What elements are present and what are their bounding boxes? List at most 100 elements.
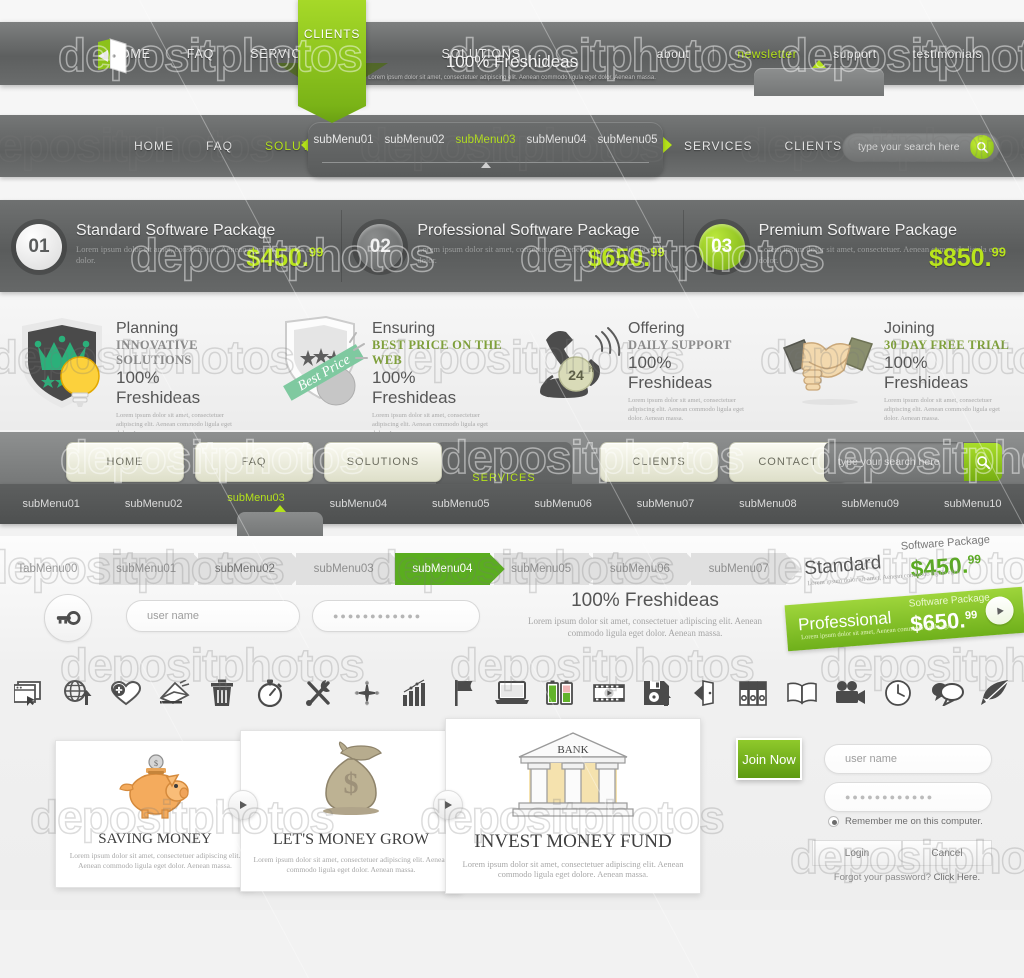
forgot-password-row: Forgot your password? Click Here. bbox=[812, 872, 1002, 883]
nav2-submenu-02[interactable]: subMenu02 bbox=[384, 134, 444, 146]
tab-submenu05[interactable]: subMenu05 bbox=[493, 553, 589, 585]
nav3-submenu-active-pod bbox=[237, 505, 323, 536]
binders-icon[interactable] bbox=[732, 673, 774, 713]
money-bag-icon: $ bbox=[241, 741, 461, 819]
login-username-input[interactable]: user name bbox=[824, 744, 992, 774]
nav2-item-faq[interactable]: FAQ bbox=[190, 139, 249, 153]
remember-me-label: Remember me on this computer. bbox=[845, 816, 983, 827]
tab-submenu02[interactable]: subMenu02 bbox=[197, 553, 293, 585]
floppy-save-icon[interactable] bbox=[636, 673, 678, 713]
heart-plus-icon[interactable] bbox=[105, 673, 147, 713]
feature-lorem: Lorem ipsum dolor sit amet, consectetuer… bbox=[628, 397, 744, 422]
tab-submenu06[interactable]: subMenu06 bbox=[592, 553, 688, 585]
nav3-search-input[interactable]: type your search here bbox=[838, 456, 964, 468]
nav1-clients-ribbon[interactable]: CLIENTS bbox=[298, 0, 366, 123]
feature-subtitle: INNOVATIVE SOLUTIONS bbox=[116, 338, 198, 367]
nav3-submenu-10[interactable]: subMenu10 bbox=[944, 498, 1002, 510]
stopwatch-icon[interactable] bbox=[249, 673, 291, 713]
tab-submenu01[interactable]: subMenu01 bbox=[98, 553, 194, 585]
trash-bin-icon[interactable] bbox=[201, 673, 243, 713]
nav3-submenu-01[interactable]: subMenu01 bbox=[22, 498, 80, 510]
tab-tabmenu00[interactable]: TabMenu00 bbox=[0, 553, 95, 585]
bar-chart-icon[interactable] bbox=[394, 673, 436, 713]
nav2-item-services[interactable]: SERVICES bbox=[668, 139, 768, 153]
speech-bubbles-icon[interactable] bbox=[926, 673, 968, 713]
exit-door-icon[interactable] bbox=[684, 673, 726, 713]
clients-ribbon-label: CLIENTS bbox=[303, 27, 361, 41]
cancel-button[interactable]: Cancel bbox=[902, 840, 992, 866]
pricing-package-3[interactable]: 03 Premium Software Package Lorem ipsum … bbox=[682, 200, 1024, 292]
pricing-package-1[interactable]: 01 Standard Software Package Lorem ipsum… bbox=[0, 200, 341, 292]
flag-icon[interactable] bbox=[443, 673, 485, 713]
feather-quill-icon[interactable] bbox=[974, 673, 1016, 713]
laptop-icon[interactable] bbox=[491, 673, 533, 713]
feature-planning: Planning INNOVATIVE SOLUTIONS 100% Fresh… bbox=[0, 300, 256, 437]
nav3-button-solutions[interactable]: SOLUTIONS bbox=[324, 442, 442, 482]
card-play-button-2[interactable] bbox=[433, 790, 463, 820]
nav3-button-faq[interactable]: FAQ bbox=[195, 442, 313, 482]
nav3-button-clients[interactable]: CLIENTS bbox=[600, 442, 718, 482]
svg-text:24: 24 bbox=[568, 367, 584, 383]
tabform-username-input[interactable]: user name bbox=[126, 600, 300, 632]
nav1-item-testimonials[interactable]: testimonials bbox=[895, 47, 1000, 61]
icon-set-row bbox=[0, 664, 1024, 722]
nav2-submenu-04[interactable]: subMenu04 bbox=[526, 134, 586, 146]
card-lets-money-grow[interactable]: $ LET'S MONEY GROW Lorem ipsum dolor sit… bbox=[240, 730, 462, 892]
card-play-button-1[interactable] bbox=[228, 790, 258, 820]
forgot-password-link[interactable]: Click Here. bbox=[934, 872, 980, 883]
nav3-submenu-05[interactable]: subMenu05 bbox=[432, 498, 490, 510]
nav3-submenu-04[interactable]: subMenu04 bbox=[330, 498, 388, 510]
magnifier-icon[interactable] bbox=[970, 135, 994, 159]
nav1-item-support[interactable]: support bbox=[815, 47, 895, 61]
nav3-search-box[interactable]: type your search here bbox=[824, 442, 1002, 482]
nav2-search-box[interactable]: type your search here bbox=[842, 132, 1000, 162]
compass-star-icon[interactable] bbox=[346, 673, 388, 713]
package-price: $650.99 bbox=[587, 244, 665, 272]
nav2-submenu-01[interactable]: subMenu01 bbox=[313, 134, 373, 146]
open-book-icon[interactable] bbox=[781, 673, 823, 713]
nav2-submenu-05[interactable]: subMenu05 bbox=[597, 134, 657, 146]
package-number-badge: 03 bbox=[698, 224, 745, 270]
movie-camera-icon[interactable] bbox=[829, 673, 871, 713]
feature-subtitle: DAILY SUPPORT bbox=[628, 338, 732, 352]
nav1-item-faq[interactable]: FAQ bbox=[169, 47, 232, 61]
card-invest-money-fund[interactable]: BANK INVEST MONEY FUND Lorem ipsum dolor… bbox=[445, 718, 701, 894]
nav2-submenu-03[interactable]: subMenu03 bbox=[455, 134, 515, 146]
tab-submenu03[interactable]: subMenu03 bbox=[296, 553, 391, 585]
nav3-submenu-06[interactable]: subMenu06 bbox=[534, 498, 592, 510]
nav3-submenu-09[interactable]: subMenu09 bbox=[842, 498, 900, 510]
remember-me-row[interactable]: Remember me on this computer. bbox=[828, 816, 983, 827]
envelope-send-icon[interactable] bbox=[153, 673, 195, 713]
battery-icon[interactable] bbox=[539, 673, 581, 713]
nav2-item-home[interactable]: HOME bbox=[118, 139, 190, 153]
nav2-search-input[interactable]: type your search here bbox=[858, 141, 970, 153]
film-play-icon[interactable] bbox=[588, 673, 630, 713]
login-button[interactable]: Login bbox=[812, 840, 902, 866]
play-icon[interactable] bbox=[984, 595, 1015, 626]
nav3-submenu-03[interactable]: subMenu03 bbox=[227, 492, 285, 504]
nav3-submenu-07[interactable]: subMenu07 bbox=[637, 498, 695, 510]
nav3-submenu-02[interactable]: subMenu02 bbox=[125, 498, 183, 510]
feature-headline: 100% Freshideas bbox=[372, 368, 457, 407]
nav3-submenu-08[interactable]: subMenu08 bbox=[739, 498, 797, 510]
clock-icon[interactable] bbox=[877, 673, 919, 713]
nav3-button-home[interactable]: HOME bbox=[66, 442, 184, 482]
magnifier-icon[interactable] bbox=[964, 443, 1002, 481]
pricing-package-2[interactable]: 02 Professional Software Package Lorem i… bbox=[341, 200, 682, 292]
tabform-password-input[interactable]: ●●●●●●●●●●●● bbox=[312, 600, 480, 632]
tabform-headline: 100% Freshideas bbox=[571, 590, 719, 611]
nav1-item-solutions[interactable]: SOLUTIONS bbox=[424, 47, 539, 61]
join-now-button[interactable]: Join Now bbox=[736, 738, 802, 780]
browser-window-cursor-icon[interactable] bbox=[8, 673, 50, 713]
nav1-item-newsletter[interactable]: newsletter bbox=[719, 47, 815, 61]
remember-me-radio[interactable] bbox=[828, 816, 839, 827]
tab-submenu04[interactable]: subMenu04 bbox=[395, 553, 490, 585]
card-saving-money[interactable]: $ SAVING MONEY Lorem ipsum dolor sit ame… bbox=[55, 740, 255, 888]
globe-upload-icon[interactable] bbox=[56, 673, 98, 713]
feature-headline: 100% Freshideas bbox=[116, 368, 201, 407]
tab-submenu07[interactable]: subMenu07 bbox=[691, 553, 786, 585]
login-password-input[interactable]: ●●●●●●●●●●●● bbox=[824, 782, 992, 812]
feature-headline: 100% Freshideas bbox=[628, 353, 713, 392]
nav1-item-about[interactable]: about bbox=[639, 47, 708, 61]
wrench-screwdriver-icon[interactable] bbox=[298, 673, 340, 713]
